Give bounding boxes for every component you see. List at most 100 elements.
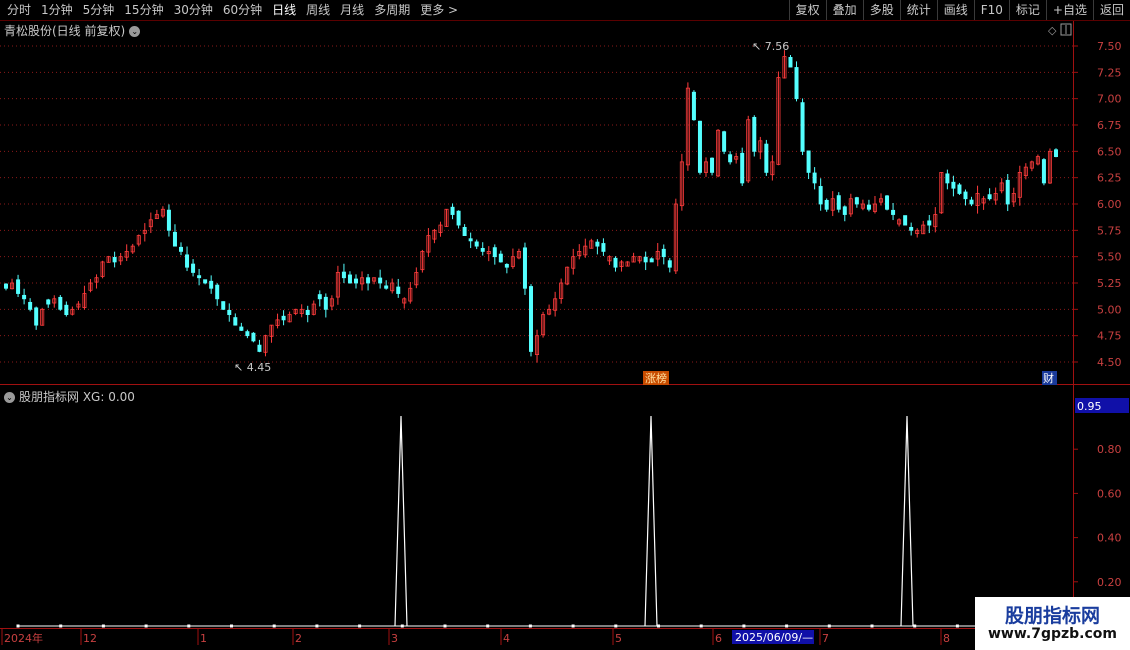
diamond-icon[interactable]: ◇ <box>1048 24 1057 37</box>
candle-body <box>384 285 389 289</box>
xg-point <box>272 624 276 628</box>
sub-y-tick-label: 0.60 <box>1097 487 1122 500</box>
candle-body <box>498 253 503 263</box>
candle-body <box>28 301 33 310</box>
candle-body <box>788 56 793 68</box>
candle-body <box>239 326 244 331</box>
candle-body <box>456 210 461 226</box>
zhangbang-tag: 涨榜 <box>645 371 667 385</box>
candle-body <box>281 315 286 321</box>
y-tick-label: 5.25 <box>1097 277 1122 290</box>
cai-tag: 财 <box>1043 371 1054 385</box>
candle-body <box>806 150 811 173</box>
candle-body <box>824 199 829 210</box>
xg-point <box>785 624 789 628</box>
candle-body <box>22 294 27 300</box>
xg-point <box>955 624 959 628</box>
x-tick-label: 1 <box>200 632 207 645</box>
candle-body <box>1054 149 1059 157</box>
candle-body <box>347 274 352 284</box>
candle-body <box>595 241 600 247</box>
candle-body <box>58 296 63 310</box>
candle-body <box>710 157 715 173</box>
y-tick-label: 4.50 <box>1097 356 1122 369</box>
candle-body <box>818 186 823 205</box>
sub-y-tick-label: 0.40 <box>1097 532 1122 545</box>
xg-point <box>144 624 148 628</box>
candle-body <box>764 143 769 173</box>
candle-body <box>215 284 220 300</box>
candle-body <box>64 304 69 315</box>
candle-body <box>951 181 956 189</box>
x-tick-label: 2 <box>295 632 302 645</box>
xg-spike <box>394 416 408 627</box>
candle-body <box>800 102 805 152</box>
candle-body <box>728 154 733 163</box>
kline-chart[interactable]: 4.50 4.75 5.00 5.25 5.50 5.75 6.00 6.25 6.50 6.75… <box>0 0 1130 650</box>
candle-body <box>396 286 401 294</box>
sub-y-tick-label: 0.80 <box>1097 443 1122 456</box>
xg-point <box>443 624 447 628</box>
candle-body <box>203 279 208 284</box>
xg-point <box>315 624 319 628</box>
candle-body <box>504 263 509 268</box>
candle-body <box>794 67 799 100</box>
xg-point <box>358 624 362 628</box>
xg-point <box>742 624 746 628</box>
y-tick-label: 7.50 <box>1097 40 1122 53</box>
candle-body <box>987 194 992 200</box>
current-value-label: 0.95 <box>1077 400 1102 413</box>
y-tick-label: 7.25 <box>1097 66 1122 79</box>
candle-body <box>191 263 196 273</box>
candle-body <box>468 238 473 242</box>
candle-body <box>722 131 727 152</box>
candle-body <box>178 246 183 252</box>
xg-point <box>16 624 20 628</box>
candle-body <box>366 277 371 284</box>
candle-body <box>969 199 974 205</box>
x-tick-label: 7 <box>822 632 829 645</box>
xg-point <box>827 624 831 628</box>
candle-body <box>450 206 455 215</box>
xg-point <box>528 624 532 628</box>
candle-body <box>257 344 262 352</box>
xg-point <box>400 624 404 628</box>
candle-body <box>305 309 310 315</box>
y-tick-label: 7.00 <box>1097 93 1122 106</box>
xg-point <box>59 624 63 628</box>
candle-body <box>752 116 757 152</box>
candle-body <box>353 278 358 284</box>
candle-body <box>661 248 666 258</box>
candle-body <box>112 257 117 263</box>
x-tick-label: 3 <box>391 632 398 645</box>
y-tick-label: 6.00 <box>1097 198 1122 211</box>
candle-body <box>909 226 914 231</box>
xg-point <box>230 624 233 628</box>
candle-body <box>185 254 190 268</box>
candle-body <box>1005 179 1010 205</box>
candle-body <box>1041 159 1046 184</box>
candle-body <box>667 260 672 268</box>
xg-point <box>571 624 575 628</box>
candle-body <box>245 331 250 337</box>
candle-body <box>945 173 950 184</box>
candle-body <box>209 280 214 289</box>
x-tick-label: 12 <box>83 632 97 645</box>
xg-point <box>870 624 874 628</box>
candle-body <box>812 172 817 184</box>
highlight-date: 2025/06/09/— <box>735 631 813 644</box>
watermark-line2: www.7gpzb.com <box>987 626 1117 642</box>
y-tick-label: 6.50 <box>1097 145 1122 158</box>
candle-body <box>963 191 968 200</box>
candle-body <box>885 195 890 210</box>
candle-body <box>740 152 745 184</box>
x-tick-label: 4 <box>503 632 510 645</box>
candle-body <box>957 184 962 194</box>
candle-body <box>462 226 467 236</box>
candle-body <box>4 283 9 289</box>
candle-body <box>903 215 908 226</box>
xg-point <box>614 624 618 628</box>
xg-point <box>486 624 490 628</box>
candle-body <box>522 247 527 289</box>
x-tick-label: 5 <box>615 632 622 645</box>
